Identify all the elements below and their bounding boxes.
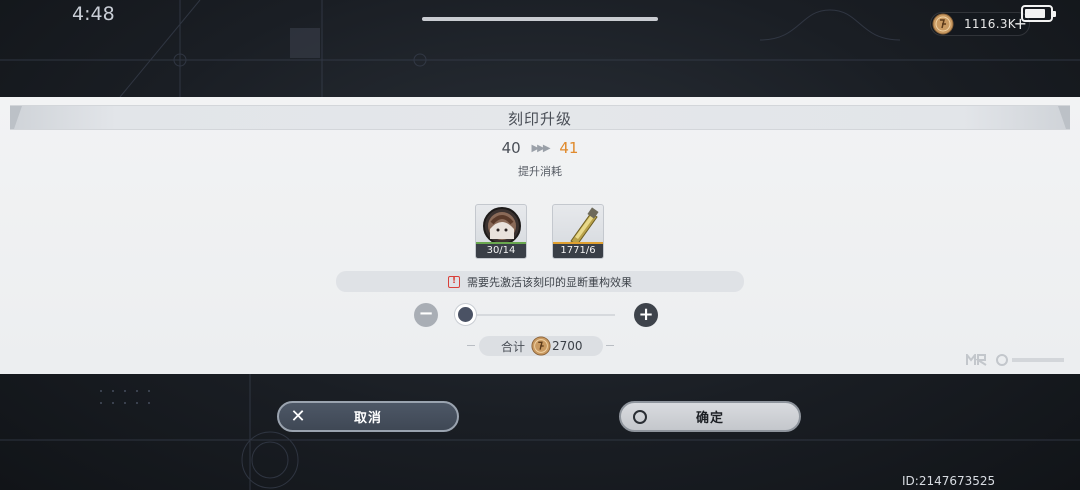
screen: 4:48 1116.3K + 刻印升级 40 ▶▶▶ 41 提升消耗 30/14…	[0, 0, 1080, 490]
title-bar-right-cap	[1058, 106, 1070, 129]
warning-icon: !	[448, 275, 460, 288]
slider-thumb[interactable]	[454, 304, 476, 325]
clock: 4:48	[72, 3, 115, 25]
battery-nub	[1053, 11, 1056, 17]
warning-text: 需要先激活该刻印的显断重构效果	[467, 275, 632, 289]
circle-icon	[625, 409, 655, 424]
upgrade-dialog: 刻印升级 40 ▶▶▶ 41 提升消耗 30/14 1771/6 ! 需要先激活…	[0, 97, 1080, 374]
level-from: 40	[501, 139, 521, 157]
total-amount: 2700	[552, 339, 583, 353]
material-item-portrait[interactable]: 30/14	[475, 204, 527, 259]
decrease-button[interactable]: −	[414, 303, 438, 327]
level-to: 41	[559, 139, 579, 157]
dialog-title-bar: 刻印升级	[10, 105, 1070, 130]
user-id: ID:2147673525	[902, 474, 996, 488]
item-quantity: 1771/6	[553, 244, 603, 258]
warning-banner: ! 需要先激活该刻印的显断重构效果	[336, 271, 744, 292]
close-icon: ✕	[290, 406, 306, 427]
brand-logo-icon	[966, 354, 987, 366]
level-change: 40 ▶▶▶ 41	[0, 139, 1080, 157]
currency-amount: 1116.3K	[964, 17, 1016, 31]
total-cost: 合计 2700	[479, 336, 603, 356]
confirm-button[interactable]: 确定	[619, 401, 801, 432]
quantity-slider-track[interactable]	[455, 314, 615, 316]
item-quantity: 30/14	[476, 244, 526, 258]
character-portrait-icon	[483, 207, 521, 245]
battery-icon	[1021, 5, 1056, 22]
increase-button[interactable]: +	[634, 303, 658, 327]
gold-material-icon	[570, 207, 599, 245]
total-left-decoration	[467, 345, 475, 346]
cost-label: 提升消耗	[518, 165, 562, 178]
material-item-gold[interactable]: 1771/6	[552, 204, 604, 259]
confirm-label: 确定	[695, 411, 724, 426]
currency-display[interactable]: 1116.3K +	[930, 12, 1030, 36]
dialog-title: 刻印升级	[507, 110, 572, 128]
coin-icon	[932, 13, 954, 35]
coin-icon	[531, 336, 551, 356]
total-right-decoration	[606, 345, 614, 346]
level-arrow-icon: ▶▶▶	[531, 143, 550, 154]
cancel-button[interactable]: ✕ 取消	[277, 401, 459, 432]
cancel-label: 取消	[353, 411, 382, 426]
total-label: 合计	[501, 339, 526, 354]
studio-logo-icon	[996, 354, 1064, 366]
drag-handle[interactable]	[422, 17, 658, 21]
battery-level	[1025, 9, 1045, 18]
